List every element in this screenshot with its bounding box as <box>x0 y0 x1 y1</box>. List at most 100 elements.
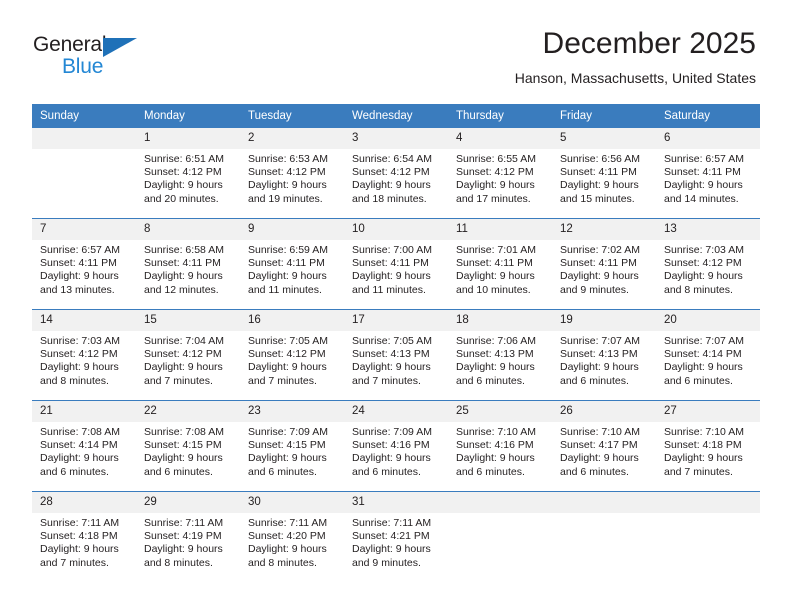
day-number-cell[interactable]: 13 <box>656 219 760 240</box>
day-detail-line: and 9 minutes. <box>352 556 421 569</box>
day-number-cell[interactable]: 21 <box>32 401 136 422</box>
day-number-cell[interactable]: 24 <box>344 401 448 422</box>
day-number-cell[interactable]: 1 <box>136 128 240 149</box>
day-detail-line: and 8 minutes. <box>248 556 317 569</box>
day-detail-line: Sunrise: 6:55 AM <box>456 153 536 165</box>
day-detail-line: and 6 minutes. <box>560 374 629 387</box>
day-number-row: 28 29 30 31 <box>32 492 760 513</box>
day-number-cell[interactable]: 22 <box>136 401 240 422</box>
day-number-cell[interactable]: 29 <box>136 492 240 513</box>
day-details-cell: Sunrise: 7:09 AM Sunset: 4:15 PM Daylight:… <box>240 422 344 491</box>
day-detail-line: Daylight: 9 hours <box>40 543 119 556</box>
day-detail-line: Sunset: 4:20 PM <box>248 530 326 543</box>
day-detail-line: Sunrise: 6:58 AM <box>144 244 224 256</box>
day-number-cell[interactable]: 8 <box>136 219 240 240</box>
day-detail-line: and 6 minutes. <box>40 465 109 478</box>
day-detail-line: Sunset: 4:16 PM <box>456 439 534 452</box>
day-details-cell: Sunrise: 7:07 AM Sunset: 4:13 PM Daylight:… <box>552 331 656 400</box>
day-detail-line: Sunrise: 7:11 AM <box>352 517 432 529</box>
day-number-cell[interactable]: 16 <box>240 310 344 331</box>
day-number-cell[interactable]: 30 <box>240 492 344 513</box>
day-detail-line: Sunset: 4:12 PM <box>248 348 326 361</box>
day-number-cell[interactable]: 12 <box>552 219 656 240</box>
day-number-cell[interactable]: 18 <box>448 310 552 331</box>
day-detail-line: Sunrise: 7:11 AM <box>248 517 328 529</box>
day-detail-line: Daylight: 9 hours <box>456 361 535 374</box>
day-detail-line: Daylight: 9 hours <box>456 452 535 465</box>
day-details-cell: Sunrise: 7:10 AM Sunset: 4:16 PM Daylight:… <box>448 422 552 491</box>
day-details-cell: Sunrise: 7:10 AM Sunset: 4:18 PM Daylight:… <box>656 422 760 491</box>
day-number-row: 21 22 23 24 25 26 27 <box>32 401 760 422</box>
day-detail-line: Sunset: 4:12 PM <box>40 348 118 361</box>
day-number-cell[interactable]: 2 <box>240 128 344 149</box>
day-number-cell[interactable]: 28 <box>32 492 136 513</box>
day-detail-line: Sunset: 4:11 PM <box>664 166 741 179</box>
day-detail-line: and 20 minutes. <box>144 192 219 205</box>
day-detail-line: Daylight: 9 hours <box>352 543 431 556</box>
day-detail-line: Sunrise: 6:59 AM <box>248 244 328 256</box>
day-detail-line: Daylight: 9 hours <box>40 361 119 374</box>
day-number-cell[interactable]: 4 <box>448 128 552 149</box>
day-detail-line: Sunrise: 7:07 AM <box>664 335 744 347</box>
day-number-cell[interactable]: 23 <box>240 401 344 422</box>
day-number-cell-empty <box>448 492 552 513</box>
day-detail-line: and 8 minutes. <box>664 283 733 296</box>
calendar-body: 1 2 3 4 5 6 Sunrise: 6:51 AM Sunset: 4:12 PM Day… <box>32 128 760 582</box>
day-number-cell[interactable]: 15 <box>136 310 240 331</box>
day-detail-line: Daylight: 9 hours <box>456 179 535 192</box>
day-detail-line: and 15 minutes. <box>560 192 635 205</box>
day-details-cell: Sunrise: 6:54 AM Sunset: 4:12 PM Daylight:… <box>344 149 448 218</box>
day-detail-line: Sunrise: 6:56 AM <box>560 153 640 165</box>
day-detail-line: Sunrise: 7:06 AM <box>456 335 536 347</box>
day-detail-line: and 10 minutes. <box>456 283 531 296</box>
day-detail-line: Sunset: 4:11 PM <box>456 257 533 270</box>
day-details-cell: Sunrise: 7:06 AM Sunset: 4:13 PM Daylight:… <box>448 331 552 400</box>
day-details-cell: Sunrise: 6:59 AM Sunset: 4:11 PM Daylight:… <box>240 240 344 309</box>
day-number-cell[interactable]: 3 <box>344 128 448 149</box>
day-detail-line: Sunset: 4:17 PM <box>560 439 638 452</box>
day-number-cell[interactable]: 11 <box>448 219 552 240</box>
weekday-header-sunday: Sunday <box>32 104 136 128</box>
day-number-cell[interactable]: 25 <box>448 401 552 422</box>
day-detail-line: Daylight: 9 hours <box>248 452 327 465</box>
day-detail-line: Sunrise: 7:04 AM <box>144 335 224 347</box>
day-number-cell[interactable]: 14 <box>32 310 136 331</box>
day-detail-line: Sunset: 4:15 PM <box>248 439 326 452</box>
day-detail-line: and 6 minutes. <box>248 465 317 478</box>
day-number-cell[interactable]: 27 <box>656 401 760 422</box>
day-number-cell[interactable]: 5 <box>552 128 656 149</box>
location-subtitle: Hanson, Massachusetts, United States <box>514 70 756 86</box>
day-details-cell: Sunrise: 6:53 AM Sunset: 4:12 PM Daylight:… <box>240 149 344 218</box>
day-detail-line: Sunrise: 7:01 AM <box>456 244 536 256</box>
day-detail-line: Sunset: 4:14 PM <box>664 348 742 361</box>
day-number-cell[interactable]: 9 <box>240 219 344 240</box>
day-details-cell: Sunrise: 7:04 AM Sunset: 4:12 PM Daylight:… <box>136 331 240 400</box>
day-number-cell[interactable]: 20 <box>656 310 760 331</box>
day-detail-line: and 14 minutes. <box>664 192 739 205</box>
day-detail-line: Sunset: 4:13 PM <box>560 348 638 361</box>
day-info-row: Sunrise: 7:03 AM Sunset: 4:12 PM Daylight:… <box>32 331 760 400</box>
day-number-cell[interactable]: 7 <box>32 219 136 240</box>
day-details-cell: Sunrise: 7:11 AM Sunset: 4:18 PM Daylight:… <box>32 513 136 582</box>
general-blue-logo[interactable]: General Blue <box>33 33 143 81</box>
day-details-cell: Sunrise: 7:11 AM Sunset: 4:19 PM Daylight:… <box>136 513 240 582</box>
weekday-header-tuesday: Tuesday <box>240 104 344 128</box>
day-detail-line: and 7 minutes. <box>144 374 213 387</box>
day-detail-line: Daylight: 9 hours <box>664 361 743 374</box>
day-number-cell[interactable]: 31 <box>344 492 448 513</box>
day-number-cell[interactable]: 6 <box>656 128 760 149</box>
day-detail-line: and 6 minutes. <box>560 465 629 478</box>
day-number-cell[interactable]: 10 <box>344 219 448 240</box>
day-detail-line: Daylight: 9 hours <box>560 179 639 192</box>
day-details-cell: Sunrise: 7:11 AM Sunset: 4:21 PM Daylight:… <box>344 513 448 582</box>
day-number-cell[interactable]: 17 <box>344 310 448 331</box>
day-number-cell[interactable]: 26 <box>552 401 656 422</box>
weekday-header-friday: Friday <box>552 104 656 128</box>
weekday-header-monday: Monday <box>136 104 240 128</box>
day-detail-line: Daylight: 9 hours <box>40 270 119 283</box>
day-detail-line: Sunset: 4:21 PM <box>352 530 430 543</box>
day-detail-line: Daylight: 9 hours <box>144 452 223 465</box>
day-detail-line: Daylight: 9 hours <box>560 361 639 374</box>
day-number-cell[interactable]: 19 <box>552 310 656 331</box>
day-detail-line: Daylight: 9 hours <box>352 361 431 374</box>
